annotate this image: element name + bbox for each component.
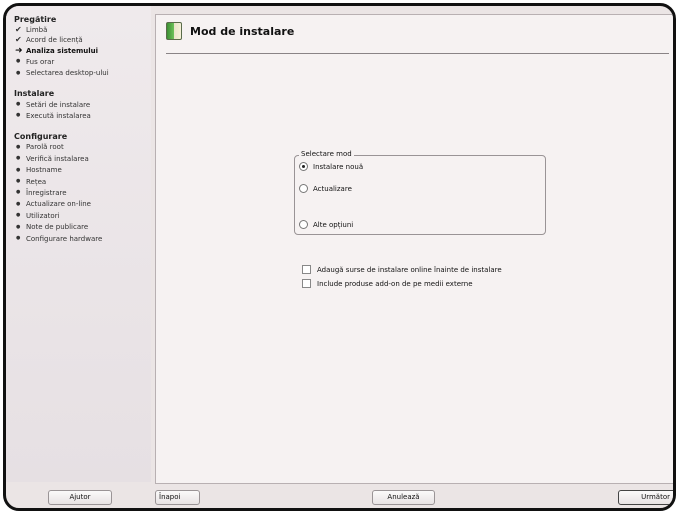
sidebar-section-installation: Instalare Setări de instalare Execută in… bbox=[14, 88, 151, 122]
sidebar-item-users: Utilizatori bbox=[14, 210, 151, 221]
steps-sidebar: Pregătire ✔ Limbă ✔ Acord de licență ➜ Anal… bbox=[6, 6, 151, 482]
radio-button[interactable] bbox=[299, 184, 308, 193]
abort-button[interactable]: Anulează bbox=[372, 490, 435, 505]
sidebar-item-release-notes: Note de publicare bbox=[14, 222, 151, 233]
radio-button[interactable] bbox=[299, 220, 308, 229]
bullet-icon bbox=[15, 233, 26, 244]
sidebar-item-check-install: Verifică instalarea bbox=[14, 153, 151, 164]
help-button[interactable]: Ajutor bbox=[48, 490, 112, 505]
sidebar-item-desktop-selection: Selectarea desktop-ului bbox=[14, 68, 151, 79]
sidebar-item-label: Fus orar bbox=[26, 57, 55, 66]
sidebar-section-preparation: Pregătire ✔ Limbă ✔ Acord de licență ➜ Anal… bbox=[14, 14, 151, 79]
sidebar-item-label: Parolă root bbox=[26, 143, 64, 152]
installer-window: Pregătire ✔ Limbă ✔ Acord de licență ➜ Anal… bbox=[3, 3, 676, 511]
radio-label: Alte opțiuni bbox=[313, 220, 354, 229]
bullet-icon bbox=[15, 68, 26, 79]
bullet-icon bbox=[15, 99, 26, 110]
sidebar-item-online-update: Actualizare on-line bbox=[14, 199, 151, 210]
checkbox-label: Include produse add-on de pe medii exter… bbox=[317, 279, 473, 288]
sidebar-item-label: Utilizatori bbox=[26, 211, 60, 220]
sidebar-item-label: Selectarea desktop-ului bbox=[26, 69, 109, 78]
sidebar-item-label: Actualizare on-line bbox=[26, 200, 91, 209]
bullet-icon bbox=[15, 210, 26, 221]
sidebar-item-label: Verifică instalarea bbox=[26, 154, 89, 163]
title-divider bbox=[166, 53, 669, 54]
radio-other-options[interactable]: Alte opțiuni bbox=[299, 220, 353, 229]
sidebar-item-install-settings: Setări de instalare bbox=[14, 99, 151, 110]
include-addon-products-option[interactable]: Include produse add-on de pe medii exter… bbox=[302, 279, 473, 288]
sidebar-item-root-password: Parolă root bbox=[14, 142, 151, 153]
bullet-icon bbox=[15, 187, 26, 198]
bullet-icon bbox=[15, 153, 26, 164]
add-online-sources-option[interactable]: Adaugă surse de instalare online înainte… bbox=[302, 265, 502, 274]
sidebar-item-hardware-config: Configurare hardware bbox=[14, 233, 151, 244]
radio-label: Actualizare bbox=[313, 184, 352, 193]
sidebar-item-label: Limbă bbox=[26, 26, 48, 34]
sidebar-item-label: Acord de licență bbox=[26, 36, 83, 45]
sidebar-item-label: Setări de instalare bbox=[26, 100, 91, 109]
radio-button-checked[interactable] bbox=[299, 162, 308, 171]
bullet-icon bbox=[15, 199, 26, 210]
page-title: Mod de instalare bbox=[190, 24, 295, 38]
sidebar-item-label: Note de publicare bbox=[26, 223, 89, 232]
group-legend: Selectare mod bbox=[299, 150, 354, 158]
checkbox[interactable] bbox=[302, 265, 311, 274]
radio-update[interactable]: Actualizare bbox=[299, 184, 352, 193]
arrow-right-icon: ➜ bbox=[15, 45, 23, 56]
sidebar-item-language: ✔ Limbă bbox=[14, 25, 151, 35]
radio-new-install[interactable]: Instalare nouă bbox=[299, 162, 363, 171]
main-panel: Mod de instalare Selectare mod Instalare… bbox=[155, 14, 673, 484]
sidebar-item-license: ✔ Acord de licență bbox=[14, 35, 151, 45]
check-icon: ✔ bbox=[15, 35, 22, 45]
sidebar-item-hostname: Hostname bbox=[14, 165, 151, 176]
sidebar-item-label: Configurare hardware bbox=[26, 234, 103, 243]
next-button[interactable]: Următor bbox=[618, 490, 673, 505]
mode-selection-group: Selectare mod Instalare nouă Actualizare… bbox=[294, 150, 546, 235]
sidebar-item-registration: Înregistrare bbox=[14, 187, 151, 198]
sidebar-item-label: Analiza sistemului bbox=[26, 46, 99, 55]
sidebar-heading: Configurare bbox=[14, 131, 68, 141]
check-icon: ✔ bbox=[15, 25, 22, 34]
bullet-icon bbox=[15, 165, 26, 176]
sidebar-heading: Pregătire bbox=[14, 15, 57, 24]
page-header: Mod de instalare bbox=[166, 22, 294, 40]
sidebar-item-label: Execută instalarea bbox=[26, 111, 91, 120]
back-button[interactable]: Înapoi bbox=[155, 490, 200, 505]
bullet-icon bbox=[15, 110, 26, 121]
bullet-icon bbox=[15, 176, 26, 187]
sidebar-item-label: Înregistrare bbox=[26, 188, 67, 197]
sidebar-section-configuration: Configurare Parolă root Verifică instala… bbox=[14, 131, 151, 245]
radio-label: Instalare nouă bbox=[313, 162, 364, 171]
sidebar-item-label: Rețea bbox=[26, 177, 47, 186]
checkbox[interactable] bbox=[302, 279, 311, 288]
bullet-icon bbox=[15, 142, 26, 153]
sidebar-item-perform-install: Execută instalarea bbox=[14, 110, 151, 121]
bullet-icon bbox=[15, 222, 26, 233]
sidebar-item-system-analysis: ➜ Analiza sistemului bbox=[14, 46, 151, 56]
sidebar-item-label: Hostname bbox=[26, 166, 62, 175]
sidebar-item-network: Rețea bbox=[14, 176, 151, 187]
installer-book-icon bbox=[166, 22, 182, 40]
bullet-icon bbox=[15, 56, 26, 67]
sidebar-item-timezone: Fus orar bbox=[14, 56, 151, 67]
checkbox-label: Adaugă surse de instalare online înainte… bbox=[317, 265, 502, 274]
sidebar-heading: Instalare bbox=[14, 89, 55, 99]
